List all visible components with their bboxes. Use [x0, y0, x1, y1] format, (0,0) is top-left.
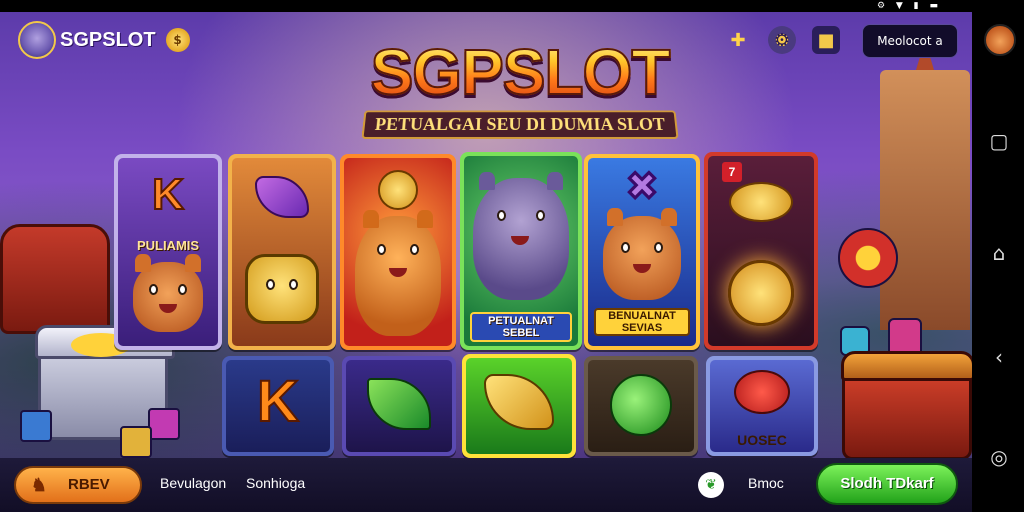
mascot-lion-icon	[355, 210, 441, 336]
bow-icon	[734, 370, 790, 414]
card-label: UOSEC	[737, 432, 787, 448]
card-glyph: K	[256, 368, 300, 435]
game-card[interactable]: K PULIAMIS	[114, 154, 222, 350]
fox-icon: ♞	[30, 475, 48, 495]
plus-icon[interactable]: ✚	[724, 26, 752, 54]
game-card-small[interactable]	[342, 356, 456, 456]
decor-cube	[20, 410, 52, 442]
game-subtitle: PETUALGAI SEU DI DUMIA SLOT	[361, 110, 679, 140]
mascot-logo-icon	[18, 21, 56, 59]
coin-stack-icon	[729, 182, 793, 222]
game-title: SGPSLOT	[340, 35, 700, 109]
game-card-small[interactable]	[462, 354, 576, 458]
mascot-fox-icon	[603, 208, 681, 300]
card-label: BENUALNAT SEVIAS	[594, 308, 690, 336]
top-actions: ✚ ⚙ ■	[724, 26, 856, 54]
game-card-small[interactable]: UOSEC	[706, 356, 818, 456]
decor-gem	[838, 228, 898, 288]
coin-icon	[728, 260, 794, 326]
game-card-small[interactable]: K	[222, 356, 334, 456]
user-name-field[interactable]: Meolocot a	[862, 24, 958, 58]
hero-title-block: SGPSLOT PETUALGAI SEU DI DUMIA SLOT	[340, 35, 700, 140]
recent-apps-icon[interactable]: ▢	[986, 128, 1012, 154]
assistant-icon[interactable]: ◎	[986, 444, 1012, 470]
decor-cube	[148, 408, 180, 440]
bottom-text-3[interactable]: Bmoc	[748, 475, 784, 491]
card-glyph: K	[151, 169, 185, 220]
game-card[interactable]: 7	[704, 152, 818, 350]
decor-cube	[120, 426, 152, 458]
decor-treasure-chest-right	[841, 351, 972, 460]
game-stage: ⚙ ▼ ▮ ▬ SGPSLOT $ ✚ ⚙ ■ Meolocot a SGPSL…	[0, 0, 972, 512]
avatar[interactable]	[984, 24, 1016, 56]
badge-icon: 7	[722, 162, 742, 182]
card-glyph	[255, 176, 309, 218]
left-action-label: RBEV	[68, 476, 110, 493]
coin-icon	[378, 170, 418, 210]
primary-play-button[interactable]: Slodh TDkarf	[816, 463, 958, 505]
gear-icon[interactable]: ⚙	[768, 26, 796, 54]
card-label: PETUALNAT SEBEL	[470, 312, 572, 342]
bottom-text-1[interactable]: Bevulagon	[160, 475, 226, 491]
cross-icon: ✖	[625, 165, 659, 209]
banana-icon	[484, 374, 554, 430]
mascot-raccoon-icon	[473, 172, 569, 300]
game-card[interactable]: ✖ BENUALNAT SEVIAS	[584, 154, 700, 350]
left-action-button[interactable]: ♞ RBEV	[14, 466, 142, 504]
leaf-icon	[367, 378, 431, 430]
game-card[interactable]	[228, 154, 336, 350]
game-card-featured[interactable]: PETUALNAT SEBEL	[460, 152, 582, 350]
bottom-text-2[interactable]: Sonhioga	[246, 475, 305, 491]
brand-logo[interactable]: SGPSLOT $	[18, 20, 190, 60]
game-card[interactable]	[340, 154, 456, 350]
treasure-pot-icon	[245, 254, 319, 324]
decor-sofa	[0, 224, 110, 334]
chest-icon[interactable]: ■	[812, 26, 840, 54]
logo-text: SGPSLOT	[60, 28, 156, 51]
status-bar: ⚙ ▼ ▮ ▬	[0, 0, 972, 12]
status-icons: ⚙ ▼ ▮ ▬	[876, 1, 942, 11]
mascot-fox-icon	[133, 254, 203, 332]
game-card-small[interactable]	[584, 356, 698, 456]
decor-tower	[880, 70, 970, 330]
card-label: PULIAMIS	[136, 238, 200, 253]
orb-icon	[610, 374, 672, 436]
back-icon[interactable]: ‹	[986, 344, 1012, 370]
home-icon[interactable]: ⌂	[986, 240, 1012, 266]
system-nav-bar: ▢ ⌂ ‹ ◎	[972, 0, 1024, 512]
leaf-icon[interactable]: ❦	[698, 472, 724, 498]
coin-icon[interactable]: $	[165, 28, 190, 52]
